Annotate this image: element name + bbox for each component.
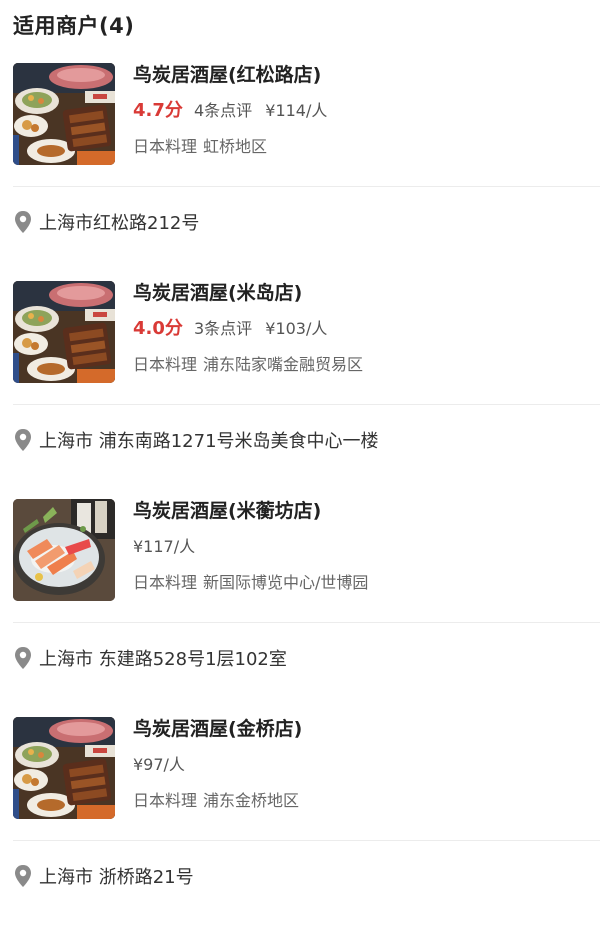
merchant-photo bbox=[13, 281, 115, 383]
area-tag: 浦东陆家嘴金融贸易区 bbox=[203, 355, 364, 374]
merchant-photo bbox=[13, 63, 115, 165]
review-count: 4条点评 bbox=[193, 101, 253, 120]
merchant-address[interactable]: 上海市 浦东南路1271号米岛美食中心一楼 bbox=[13, 425, 593, 455]
merchant-card[interactable]: 鸟炭居酒屋(红松路店) 4.7分 4条点评 ¥114/人 日本料理 虹桥地区 bbox=[13, 63, 600, 185]
average-price: ¥117/人 bbox=[133, 537, 196, 556]
rating-score: 4.0分 bbox=[133, 318, 183, 339]
merchant-item: 鸟炭居酒屋(金桥店) ¥97/人 日本料理 浦东金桥地区 上海市 浙桥路21号 bbox=[0, 717, 600, 935]
divider bbox=[13, 840, 600, 841]
review-count: 3条点评 bbox=[193, 319, 253, 338]
area-tag: 新国际博览中心/世博园 bbox=[203, 573, 369, 592]
merchant-card[interactable]: 鸟炭居酒屋(金桥店) ¥97/人 日本料理 浦东金桥地区 bbox=[13, 717, 600, 839]
cuisine-tag: 日本料理 bbox=[133, 791, 198, 810]
location-pin-icon bbox=[15, 647, 31, 669]
sashimi-platter-photo-icon bbox=[13, 499, 115, 601]
location-pin-icon bbox=[15, 429, 31, 451]
merchant-address[interactable]: 上海市红松路212号 bbox=[13, 207, 593, 237]
cuisine-tag: 日本料理 bbox=[133, 573, 198, 592]
divider bbox=[13, 404, 600, 405]
merchant-photo bbox=[13, 717, 115, 819]
address-text: 上海市 浙桥路21号 bbox=[39, 867, 194, 888]
merchant-name: 鸟炭居酒屋(红松路店) bbox=[133, 64, 322, 86]
location-pin-icon bbox=[15, 865, 31, 887]
merchant-tags: 日本料理 虹桥地区 bbox=[133, 135, 267, 159]
merchant-item: 鸟炭居酒屋(红松路店) 4.7分 4条点评 ¥114/人 日本料理 虹桥地区 上海… bbox=[0, 63, 600, 281]
rating-score: 4.7分 bbox=[133, 100, 183, 121]
merchant-name: 鸟炭居酒屋(金桥店) bbox=[133, 718, 303, 740]
divider bbox=[13, 186, 600, 187]
average-price: ¥97/人 bbox=[133, 755, 185, 774]
merchant-address[interactable]: 上海市 东建路528号1层102室 bbox=[13, 643, 593, 673]
merchant-tags: 日本料理 新国际博览中心/世博园 bbox=[133, 571, 368, 595]
average-price: ¥114/人 bbox=[265, 101, 328, 120]
merchant-item: 鸟炭居酒屋(米岛店) 4.0分 3条点评 ¥103/人 日本料理 浦东陆家嘴金融贸… bbox=[0, 281, 600, 499]
area-tag: 浦东金桥地区 bbox=[203, 791, 300, 810]
grill-dishes-photo-icon bbox=[13, 281, 115, 383]
merchant-card[interactable]: 鸟炭居酒屋(米岛店) 4.0分 3条点评 ¥103/人 日本料理 浦东陆家嘴金融贸… bbox=[13, 281, 600, 403]
grill-dishes-photo-icon bbox=[13, 717, 115, 819]
merchant-meta: 4.7分 4条点评 ¥114/人 bbox=[133, 99, 327, 123]
address-text: 上海市红松路212号 bbox=[39, 213, 200, 234]
divider bbox=[13, 622, 600, 623]
merchant-tags: 日本料理 浦东陆家嘴金融贸易区 bbox=[133, 353, 363, 377]
merchant-meta: 4.0分 3条点评 ¥103/人 bbox=[133, 317, 327, 341]
merchant-card[interactable]: 鸟炭居酒屋(米蘅坊店) ¥117/人 日本料理 新国际博览中心/世博园 bbox=[13, 499, 600, 621]
merchant-name: 鸟炭居酒屋(米岛店) bbox=[133, 282, 303, 304]
grill-dishes-photo-icon bbox=[13, 63, 115, 165]
merchant-item: 鸟炭居酒屋(米蘅坊店) ¥117/人 日本料理 新国际博览中心/世博园 上海市 东… bbox=[0, 499, 600, 717]
address-text: 上海市 浦东南路1271号米岛美食中心一楼 bbox=[39, 431, 379, 452]
cuisine-tag: 日本料理 bbox=[133, 355, 198, 374]
merchant-tags: 日本料理 浦东金桥地区 bbox=[133, 789, 299, 813]
merchant-meta: ¥117/人 bbox=[133, 535, 195, 559]
merchant-photo bbox=[13, 499, 115, 601]
location-pin-icon bbox=[15, 211, 31, 233]
area-tag: 虹桥地区 bbox=[203, 137, 268, 156]
section-title: 适用商户(4) bbox=[13, 14, 135, 38]
average-price: ¥103/人 bbox=[265, 319, 328, 338]
address-text: 上海市 东建路528号1层102室 bbox=[39, 649, 287, 670]
merchant-meta: ¥97/人 bbox=[133, 753, 185, 777]
merchant-address[interactable]: 上海市 浙桥路21号 bbox=[13, 861, 593, 891]
cuisine-tag: 日本料理 bbox=[133, 137, 198, 156]
merchant-list-page: 适用商户(4) 鸟炭居酒屋(红松路店) 4.7分 4条点评 ¥114/人 日本料… bbox=[0, 0, 600, 923]
merchant-name: 鸟炭居酒屋(米蘅坊店) bbox=[133, 500, 322, 522]
